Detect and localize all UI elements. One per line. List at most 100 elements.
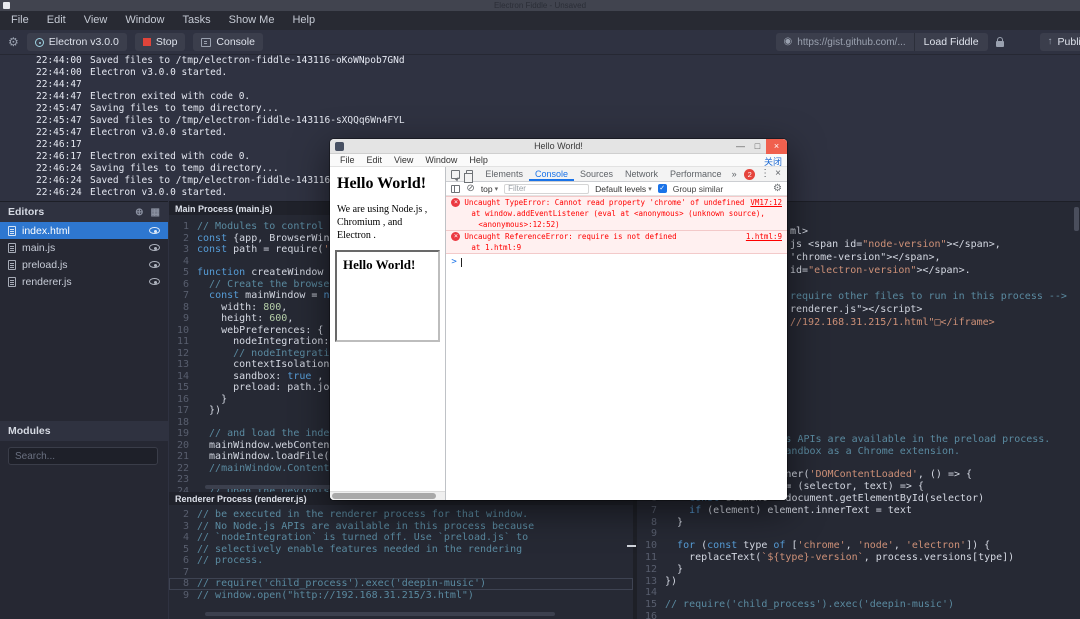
log-line: 22:44:00 Electron v3.0.0 started.	[36, 67, 1080, 79]
group-similar-label: Group similar	[672, 183, 724, 194]
sidebar-file-item[interactable]: preload.js	[0, 256, 168, 273]
right-editor-vscrollbar[interactable]	[1074, 207, 1079, 231]
kebab-menu-icon[interactable]: ⋮	[760, 169, 770, 179]
log-levels-selector[interactable]: Default levels ▾	[595, 184, 652, 194]
device-toolbar-icon[interactable]	[464, 169, 474, 183]
devtools-tab[interactable]: Console	[529, 167, 574, 181]
eye-icon[interactable]	[149, 261, 160, 268]
renderer-process-code[interactable]: 2 // be executed in the renderer process …	[169, 505, 633, 610]
gist-url[interactable]: ◉ https://gist.github.com/...	[776, 37, 914, 48]
console-button[interactable]: Console	[193, 33, 263, 51]
code-text: // `nodeIntegration` is turned off. Use …	[197, 532, 529, 543]
source-link[interactable]: VM17:12	[744, 198, 782, 207]
page-hscrollbar-thumb[interactable]	[332, 493, 436, 499]
load-fiddle-button[interactable]: Load Fiddle	[913, 33, 988, 51]
module-search-input[interactable]	[8, 447, 158, 465]
console-toolbar: ⊘ top ▾ Default levels ▾ ✓ Group similar…	[446, 182, 787, 196]
log-message: Saved files to /tmp/electron-fiddle-1431…	[90, 55, 405, 66]
console-row-text: at window.addEventListener (eval at <ano…	[471, 209, 765, 218]
code-text: height: 600,	[197, 313, 294, 324]
add-icon[interactable]: ⊕	[135, 207, 143, 218]
context-selector[interactable]: top ▾	[481, 184, 498, 194]
source-link[interactable]: 1.html:9	[740, 232, 782, 241]
page-hscrollbar[interactable]	[330, 491, 446, 500]
popup-menu-item[interactable]: File	[334, 155, 361, 165]
line-number: 6	[182, 278, 189, 290]
code-text: js <span id="node-version"></span>,	[790, 239, 1001, 250]
popup-menu-item[interactable]: Window	[419, 155, 463, 165]
eye-icon[interactable]	[149, 244, 160, 251]
code-text: })	[197, 405, 222, 416]
devtools-dock-close-label[interactable]: 关闭	[764, 155, 782, 168]
sidebar-file-item[interactable]: index.html	[0, 222, 168, 239]
code-text: })	[665, 575, 678, 587]
devtools-tabs: Elements Console Sources Network Performance	[479, 167, 727, 181]
popup-titlebar[interactable]: Hello World! — □ ×	[330, 139, 787, 154]
eye-icon[interactable]	[149, 227, 160, 234]
error-icon	[451, 232, 461, 241]
gist-url-text: https://gist.github.com/...	[797, 36, 906, 48]
sidebar-file-item[interactable]: main.js	[0, 239, 168, 256]
devtools-tab[interactable]: Sources	[574, 167, 619, 181]
menu-item[interactable]: Window	[116, 11, 173, 30]
log-timestamp: 22:45:47	[36, 115, 82, 126]
file-name: index.html	[22, 224, 70, 237]
close-button[interactable]: ×	[766, 139, 787, 154]
code-text: // selectively enable features needed in…	[197, 543, 523, 555]
clear-console-icon[interactable]: ⊘	[466, 183, 474, 194]
code-text: // window.open("http://192.168.31.215/3.…	[197, 589, 474, 601]
terminal-icon	[201, 37, 212, 47]
line-number: 14	[176, 370, 189, 382]
devtools-tab[interactable]: Network	[619, 167, 664, 181]
menu-item[interactable]: Help	[283, 11, 324, 30]
console-label: Console	[216, 36, 255, 48]
popup-menu-item[interactable]: Help	[463, 155, 494, 165]
publish-button[interactable]: ↑ Publish	[1039, 33, 1080, 51]
console-row-text: Uncaught ReferenceError: require is not …	[464, 232, 677, 241]
maximize-button[interactable]: □	[749, 139, 766, 154]
devtools-tab[interactable]: Elements	[479, 167, 529, 181]
code-line: 8 }	[637, 517, 1080, 529]
console-prompt[interactable]: >	[446, 254, 787, 270]
line-number: 14	[644, 587, 657, 599]
group-similar-checkbox[interactable]: ✓	[657, 184, 667, 193]
sidebar-file-item[interactable]: renderer.js	[0, 273, 168, 290]
lock-icon	[995, 37, 1004, 47]
menu-item[interactable]: Show Me	[220, 11, 284, 30]
popup-menu-item[interactable]: Edit	[361, 155, 389, 165]
popup-menu-item[interactable]: View	[388, 155, 419, 165]
gear-icon[interactable]: ⚙	[8, 36, 19, 48]
console-settings-gear-icon[interactable]: ⚙	[773, 183, 782, 194]
eye-icon[interactable]	[149, 278, 160, 285]
console-filter-input[interactable]	[504, 183, 590, 194]
log-timestamp: 22:44:00	[36, 67, 82, 78]
line-number: 13	[176, 359, 189, 370]
code-line: 4 // `nodeIntegration` is turned off. Use…	[169, 532, 633, 544]
code-text: 'chrome-version"></span>,	[790, 252, 941, 263]
main-process-header-label: Main Process (main.js)	[175, 203, 273, 214]
publish-icon: ↑	[1047, 36, 1053, 47]
more-tabs-icon[interactable]: »	[728, 169, 741, 179]
stop-button[interactable]: Stop	[134, 33, 186, 51]
menu-item[interactable]: Tasks	[173, 11, 219, 30]
layout-grid-icon[interactable]: ▦	[151, 207, 160, 218]
line-number: 7	[182, 290, 189, 301]
inspect-element-icon[interactable]	[451, 169, 461, 179]
electron-version-button[interactable]: Electron v3.0.0	[26, 33, 127, 51]
console-row: Uncaught ReferenceError: require is not …	[446, 230, 787, 242]
log-timestamp: 22:46:17	[36, 151, 82, 162]
file-name: main.js	[22, 241, 56, 254]
line-number: 7	[650, 504, 657, 516]
devtools-tab[interactable]: Performance	[664, 167, 728, 181]
code-text: sandbox: true ,	[197, 370, 324, 382]
menu-item[interactable]: File	[2, 11, 38, 30]
console-sidebar-icon[interactable]	[451, 184, 461, 193]
menu-item[interactable]: View	[75, 11, 117, 30]
menu-item[interactable]: Edit	[38, 11, 75, 30]
renderer-editor-hscrollbar[interactable]	[205, 612, 555, 616]
popup-window-controls: — □ ×	[732, 139, 787, 154]
error-count-badge: 2	[744, 168, 756, 180]
code-text: renderer.js"></script>	[790, 304, 923, 315]
minimize-button[interactable]: —	[732, 139, 749, 154]
devtools-close-icon[interactable]: ×	[775, 169, 781, 179]
